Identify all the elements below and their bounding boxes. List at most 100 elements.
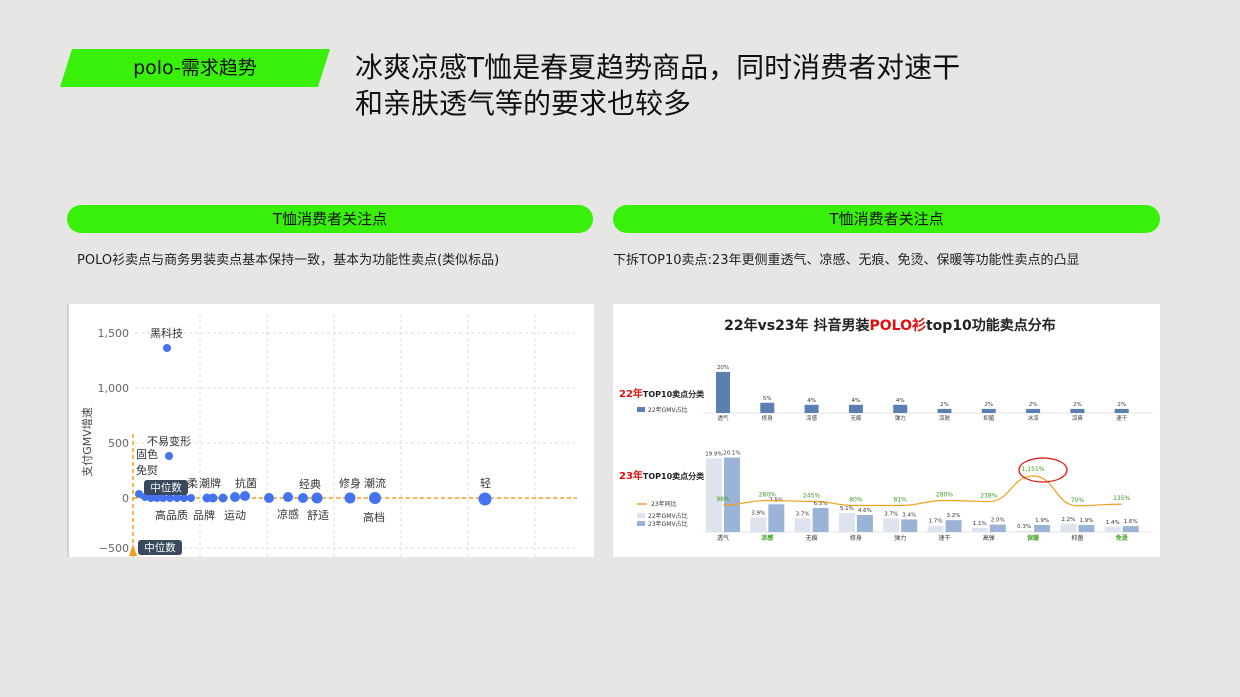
top-bar-value: 2%	[984, 402, 993, 408]
left-section-header: T恤消费者关注点	[67, 205, 593, 233]
point-label: 免熨	[136, 463, 158, 477]
top-bar	[937, 408, 952, 413]
scatter-chart: 支付GMV增速 1,500 1,000 500 0 −500 黑科技 不易变形 …	[67, 304, 577, 557]
top-bar	[981, 408, 996, 413]
bottom-category-label: 速干	[938, 535, 950, 542]
point-label: 抗菌	[235, 476, 257, 490]
bottom-category-label: 透气	[717, 534, 729, 542]
scatter-chart-panel: 支付GMV增速 1,500 1,000 500 0 −500 黑科技 不易变形 …	[67, 304, 594, 557]
y-tick-label: 1,000	[98, 382, 130, 395]
top-category-label: 凉爽	[1072, 414, 1084, 422]
bottom-category-label: 保暖	[1026, 534, 1040, 542]
scatter-point	[298, 493, 308, 503]
yoy-label: 98%	[716, 496, 730, 503]
bottom-category-label: 修身	[850, 534, 862, 542]
yoy-label: 80%	[849, 497, 863, 504]
section-tag: polo-需求趋势	[60, 49, 330, 87]
scatter-point	[165, 452, 173, 460]
bar-22-value: 0.3%	[1017, 524, 1031, 530]
bar-23	[1078, 524, 1095, 532]
scatter-point	[187, 494, 195, 502]
top-category-label: 无痕	[850, 414, 862, 422]
yoy-label: 81%	[894, 496, 908, 503]
scatter-point	[240, 491, 250, 501]
top-bar	[893, 404, 908, 413]
point-label: 修身	[339, 476, 361, 490]
point-label: 经典	[299, 477, 321, 491]
point-label: 不易变形	[147, 434, 191, 448]
left-description: POLO衫卖点与商务男装卖点基本保持一致，基本为功能性卖点(类似标品)	[77, 253, 500, 268]
page-title-line1: 冰爽凉感T恤是春夏趋势商品，同时消费者对速干	[355, 51, 961, 84]
point-label: 黑科技	[150, 326, 183, 340]
bar-22	[1060, 523, 1077, 532]
top-category-label: 透气	[717, 414, 729, 422]
bar-23-value: 2.0%	[991, 518, 1005, 524]
page-title: 冰爽凉感T恤是春夏趋势商品，同时消费者对速干 和亲肤透气等的要求也较多	[355, 50, 1075, 122]
point-label: 凉感	[277, 507, 299, 521]
bar-22-value: 5.1%	[840, 506, 854, 512]
point-label: 潮牌	[199, 476, 221, 490]
scatter-point	[264, 493, 274, 503]
top-category-label: 弹力	[895, 414, 906, 422]
bottom-category-label: 抑菌	[1071, 534, 1083, 542]
top-category-label: 速干	[1116, 415, 1128, 422]
top-bar	[804, 404, 819, 413]
scatter-point	[478, 492, 492, 506]
point-label: 舒适	[307, 508, 329, 522]
legend-swatch-23b	[637, 521, 645, 526]
top-bar-value: 5%	[763, 396, 772, 402]
bar-22	[927, 525, 944, 532]
bar-22	[1104, 526, 1121, 532]
top-bar-value: 20%	[717, 365, 729, 371]
bar-22-value: 3.7%	[796, 511, 810, 517]
bottom-category-label: 免烫	[1116, 534, 1129, 542]
legend-label-yoy: 23年同比	[651, 500, 677, 508]
bar-23	[812, 507, 829, 532]
bottom-category-label: 凉感	[761, 534, 773, 542]
bottom-category-label: 弹力	[894, 534, 906, 542]
point-label: 高品质	[155, 508, 188, 522]
top-bar-value: 2%	[1117, 402, 1126, 408]
yoy-label: 245%	[803, 492, 820, 499]
y-tick-label: 1,500	[98, 327, 130, 340]
legend-label-23-bottom: 23年GMV占比	[648, 520, 688, 528]
top-bar-value: 2%	[1073, 402, 1082, 408]
point-label: 轻	[480, 476, 491, 490]
scatter-point	[311, 492, 323, 504]
bar-22-value: 3.9%	[751, 511, 765, 517]
scatter-point	[230, 492, 240, 502]
top-bar	[848, 404, 863, 413]
bottom-category-label: 高弹	[983, 534, 995, 542]
bar-23	[768, 504, 785, 532]
scatter-point	[369, 492, 381, 504]
top-bar	[760, 402, 775, 413]
yoy-label: 1,151%	[1022, 466, 1045, 473]
bar-23	[989, 524, 1006, 532]
scatter-point	[344, 492, 356, 504]
y-tick-label: 0	[122, 492, 129, 505]
bar-chart: 22年vs23年 抖音男装POLO衫top10功能卖点分布 22年TOP10卖点…	[619, 317, 1153, 542]
point-label: 固色	[136, 447, 158, 461]
bar-23	[724, 457, 740, 532]
top-category-label: 冰凉	[1028, 414, 1040, 422]
median-arrow	[129, 544, 137, 556]
point-label: 运动	[224, 509, 246, 522]
point-label: 品牌	[193, 508, 215, 522]
y-tick-label: 500	[108, 437, 129, 450]
bar-22	[883, 518, 900, 532]
bar-23-value: 3.4%	[902, 512, 916, 518]
bar-23	[1122, 526, 1139, 532]
point-label: 柔	[187, 477, 198, 490]
bar-22	[750, 517, 767, 532]
bar-22-value: 1.1%	[973, 521, 987, 527]
scatter-point	[173, 494, 181, 502]
bar-22	[794, 518, 811, 532]
bar-22	[838, 513, 855, 532]
bar-chart-panel: 22年vs23年 抖音男装POLO衫top10功能卖点分布 22年TOP10卖点…	[613, 304, 1160, 557]
right-description: 下拆TOP10卖点:23年更侧重透气、凉感、无痕、免烫、保暖等功能性卖点的凸显	[613, 253, 1080, 268]
top-bar	[1070, 408, 1085, 413]
top-category-label: 凉感	[806, 414, 818, 422]
yoy-label: 280%	[759, 492, 776, 499]
scatter-point	[218, 493, 228, 503]
median-badge-bottom-label: 中位数	[144, 541, 176, 554]
